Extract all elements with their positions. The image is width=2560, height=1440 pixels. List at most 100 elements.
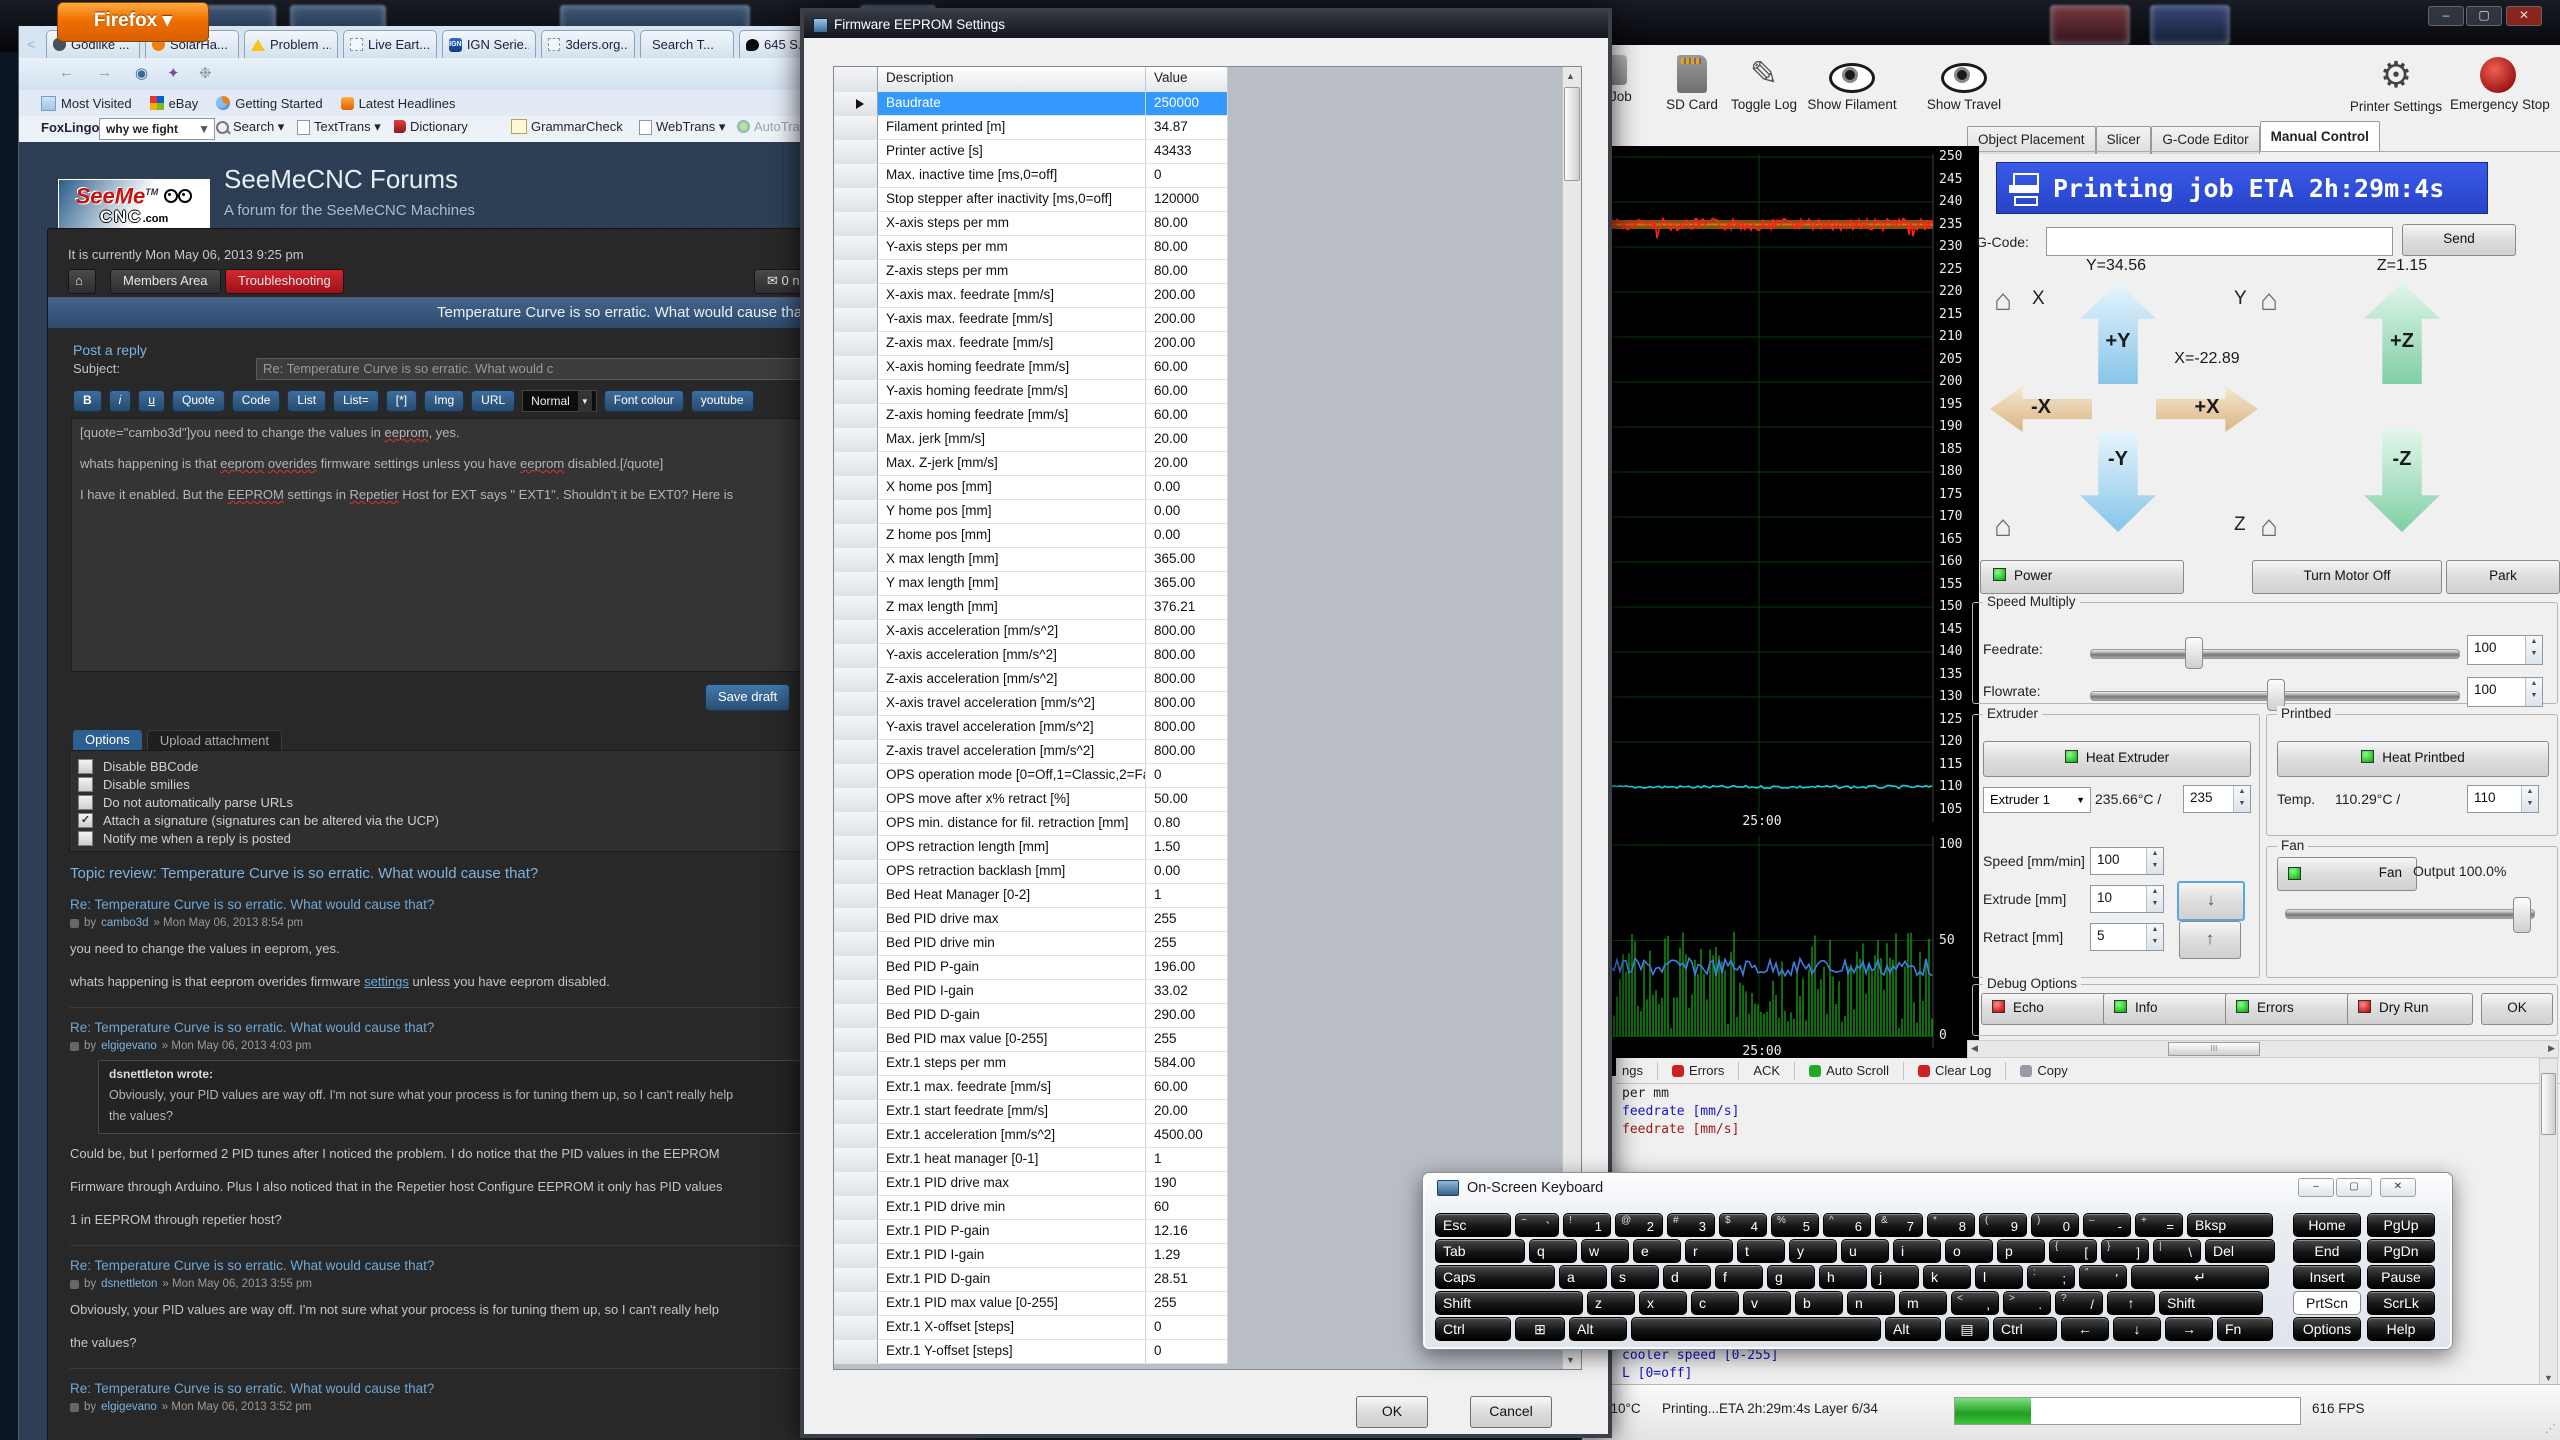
- eeprom-value-cell[interactable]: 34.87: [1146, 116, 1228, 140]
- key-⊞[interactable]: ⊞: [1515, 1317, 1565, 1341]
- window-maximize-button[interactable]: ▢: [2466, 6, 2502, 26]
- eeprom-value-cell[interactable]: 60.00: [1146, 380, 1228, 404]
- debug-info-button[interactable]: Info: [2103, 993, 2229, 1025]
- bed-target-spinner[interactable]: 110▲▼: [2467, 785, 2539, 813]
- bbcode-u-button[interactable]: u: [138, 390, 165, 412]
- key-s[interactable]: s: [1611, 1265, 1659, 1289]
- checkbox[interactable]: [78, 831, 93, 846]
- eeprom-row[interactable]: Baudrate250000: [834, 92, 1228, 116]
- eeprom-value-cell[interactable]: 60.00: [1146, 404, 1228, 428]
- taskbar-thumbnail[interactable]: [2150, 5, 2230, 45]
- key-Fn[interactable]: Fn: [2217, 1317, 2273, 1341]
- home-z-icon[interactable]: ⌂: [2260, 512, 2278, 542]
- eeprom-description-cell[interactable]: X-axis travel acceleration [mm/s^2]: [878, 692, 1146, 716]
- foxlingo-item[interactable]: Dictionary: [394, 119, 468, 134]
- eeprom-row[interactable]: Extr.1 PID P-gain12.16: [834, 1220, 1228, 1244]
- eeprom-row[interactable]: Extr.1 acceleration [mm/s^2]4500.00: [834, 1124, 1228, 1148]
- eeprom-row[interactable]: OPS min. distance for fil. retraction [m…: [834, 812, 1228, 836]
- eeprom-row[interactable]: Max. inactive time [ms,0=off]0: [834, 164, 1228, 188]
- eeprom-description-cell[interactable]: OPS retraction length [mm]: [878, 836, 1146, 860]
- home-button[interactable]: ⌂: [68, 269, 96, 294]
- extrude-spinner[interactable]: 10▲▼: [2090, 885, 2164, 913]
- eeprom-description-cell[interactable]: Bed PID P-gain: [878, 956, 1146, 980]
- bookmark-item[interactable]: Latest Headlines: [341, 96, 456, 111]
- key-8[interactable]: *8: [1927, 1213, 1975, 1237]
- bbcode-quote-button[interactable]: Quote: [172, 390, 225, 412]
- row-selector[interactable]: [834, 764, 878, 788]
- eeprom-description-cell[interactable]: Extr.1 Y-offset [steps]: [878, 1340, 1146, 1364]
- eeprom-description-cell[interactable]: Printer active [s]: [878, 140, 1146, 164]
- emergency-stop-button[interactable]: Emergency Stop: [2450, 55, 2546, 112]
- eeprom-description-cell[interactable]: Z-axis travel acceleration [mm/s^2]: [878, 740, 1146, 764]
- eeprom-value-cell[interactable]: 0.00: [1146, 860, 1228, 884]
- eeprom-description-cell[interactable]: Y-axis steps per mm: [878, 236, 1146, 260]
- forward-icon[interactable]: →: [97, 64, 112, 81]
- row-selector[interactable]: [834, 1148, 878, 1172]
- eeprom-description-cell[interactable]: Extr.1 PID I-gain: [878, 1244, 1146, 1268]
- troubleshooting-button[interactable]: Troubleshooting: [225, 269, 344, 294]
- extrude-down-button[interactable]: ↓: [2177, 881, 2245, 921]
- key-=[interactable]: +=: [2135, 1213, 2183, 1237]
- row-selector[interactable]: [834, 980, 878, 1004]
- row-selector[interactable]: [834, 188, 878, 212]
- key-z[interactable]: z: [1587, 1291, 1635, 1315]
- row-selector[interactable]: [834, 356, 878, 380]
- firefox-app-menu-button[interactable]: Firefox ▾: [57, 2, 209, 42]
- retract-spinner[interactable]: 5▲▼: [2090, 923, 2164, 951]
- eeprom-row[interactable]: X-axis steps per mm80.00: [834, 212, 1228, 236]
- eeprom-value-cell[interactable]: 0: [1146, 1316, 1228, 1340]
- eeprom-description-cell[interactable]: Extr.1 X-offset [steps]: [878, 1316, 1146, 1340]
- eeprom-description-cell[interactable]: Extr.1 acceleration [mm/s^2]: [878, 1124, 1146, 1148]
- log-scrollbar[interactable]: ▼: [2539, 1058, 2558, 1386]
- eye-addon-icon[interactable]: ◉: [135, 64, 148, 82]
- eeprom-description-cell[interactable]: Bed Heat Manager [0-2]: [878, 884, 1146, 908]
- eeprom-value-cell[interactable]: 20.00: [1146, 428, 1228, 452]
- eeprom-value-cell[interactable]: 60: [1146, 1196, 1228, 1220]
- post-author-link[interactable]: elgigevano: [101, 1401, 157, 1413]
- window-minimize-button[interactable]: –: [2428, 6, 2464, 26]
- eeprom-value-cell[interactable]: 0: [1146, 764, 1228, 788]
- eeprom-row[interactable]: Extr.1 PID max value [0-255]255: [834, 1292, 1228, 1316]
- key-Pause[interactable]: Pause: [2367, 1265, 2435, 1289]
- row-selector[interactable]: [834, 1196, 878, 1220]
- key-↵[interactable]: ↵: [2131, 1265, 2269, 1289]
- post-author-link[interactable]: elgigevano: [101, 1040, 157, 1052]
- key-4[interactable]: $4: [1719, 1213, 1767, 1237]
- log-toolbar-clear-log[interactable]: Clear Log: [1918, 1063, 1991, 1078]
- eeprom-value-cell[interactable]: 28.51: [1146, 1268, 1228, 1292]
- key-m[interactable]: m: [1899, 1291, 1947, 1315]
- eeprom-value-cell[interactable]: 20.00: [1146, 452, 1228, 476]
- eeprom-description-cell[interactable]: OPS min. distance for fil. retraction [m…: [878, 812, 1146, 836]
- eeprom-description-cell[interactable]: X-axis homing feedrate [mm/s]: [878, 356, 1146, 380]
- eeprom-row[interactable]: OPS retraction length [mm]1.50: [834, 836, 1228, 860]
- eeprom-row[interactable]: OPS move after x% retract [%]50.00: [834, 788, 1228, 812]
- show-filament-button[interactable]: Show Filament: [1804, 55, 1900, 112]
- eeprom-description-cell[interactable]: Y home pos [mm]: [878, 500, 1146, 524]
- eeprom-row[interactable]: X-axis homing feedrate [mm/s]60.00: [834, 356, 1228, 380]
- row-selector[interactable]: [834, 644, 878, 668]
- bbcode-code-button[interactable]: Code: [232, 390, 281, 412]
- eeprom-description-cell[interactable]: Y max length [mm]: [878, 572, 1146, 596]
- eeprom-row[interactable]: Filament printed [m]34.87: [834, 116, 1228, 140]
- checkbox[interactable]: ✓: [78, 813, 93, 828]
- back-icon[interactable]: ←: [59, 64, 74, 81]
- planet-addon-icon[interactable]: ✦: [167, 64, 180, 82]
- row-selector[interactable]: [834, 1052, 878, 1076]
- row-selector[interactable]: [834, 668, 878, 692]
- home-x-icon[interactable]: ⌂: [1994, 286, 2012, 316]
- eeprom-value-cell[interactable]: 0.80: [1146, 812, 1228, 836]
- jog-plus-z-button[interactable]: +Z: [2364, 282, 2440, 384]
- eeprom-description-cell[interactable]: X-axis acceleration [mm/s^2]: [878, 620, 1146, 644]
- eeprom-row[interactable]: Extr.1 max. feedrate [mm/s]60.00: [834, 1076, 1228, 1100]
- eeprom-value-cell[interactable]: 4500.00: [1146, 1124, 1228, 1148]
- key-w[interactable]: w: [1581, 1239, 1629, 1263]
- osk-minimize-button[interactable]: –: [2298, 1178, 2334, 1197]
- column-header-value[interactable]: Value: [1146, 67, 1228, 92]
- eeprom-description-cell[interactable]: Bed PID D-gain: [878, 1004, 1146, 1028]
- eeprom-value-cell[interactable]: 200.00: [1146, 332, 1228, 356]
- eeprom-value-cell[interactable]: 255: [1146, 908, 1228, 932]
- checkbox[interactable]: [78, 759, 93, 774]
- eeprom-row[interactable]: Bed PID I-gain33.02: [834, 980, 1228, 1004]
- row-selector[interactable]: [834, 404, 878, 428]
- eeprom-description-cell[interactable]: Bed PID drive min: [878, 932, 1146, 956]
